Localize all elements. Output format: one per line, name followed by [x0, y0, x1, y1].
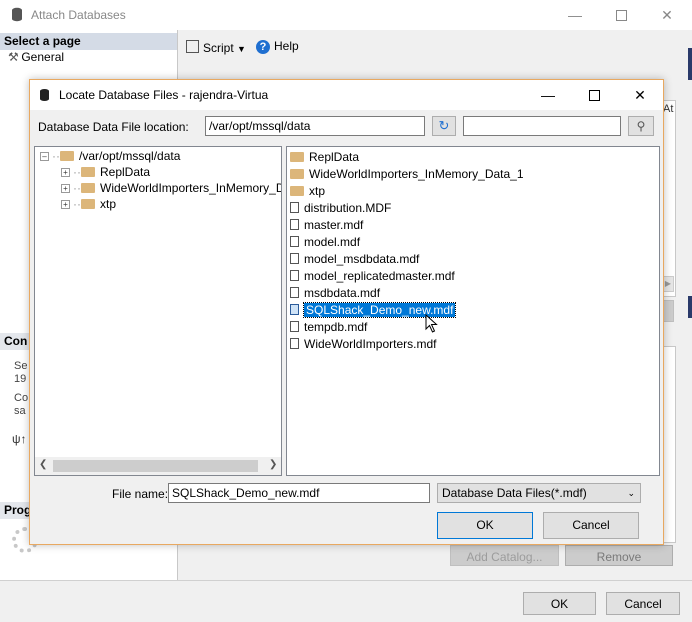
- footer-divider: [0, 580, 692, 581]
- search-icon: ⚲: [636, 119, 646, 133]
- folder-icon: [290, 186, 304, 196]
- tree-item-xtp[interactable]: + ·· xtp: [61, 196, 116, 213]
- close-button[interactable]: ✕: [644, 0, 690, 30]
- dialog-maximize-button[interactable]: [571, 80, 617, 110]
- scroll-right-icon[interactable]: ❯: [269, 459, 277, 470]
- file-name-label: File name:: [112, 487, 169, 501]
- folder-icon: [81, 167, 95, 177]
- toolbar: Script ▼ ? Help: [178, 30, 692, 64]
- script-icon: [186, 40, 199, 53]
- scroll-left-icon[interactable]: ❮: [39, 459, 47, 470]
- list-item[interactable]: model_msdbdata.mdf: [290, 251, 419, 268]
- window-edge-strip: [688, 48, 692, 80]
- folder-icon: [81, 199, 95, 209]
- mouse-cursor-icon: [425, 314, 438, 333]
- file-icon: [290, 236, 299, 247]
- window-title: Attach Databases: [31, 8, 126, 22]
- list-item[interactable]: msdbdata.mdf: [290, 285, 380, 302]
- details-grid-edge: [662, 346, 676, 543]
- dialog-close-button[interactable]: ✕: [617, 80, 663, 110]
- help-icon: ?: [256, 40, 270, 54]
- minimize-button[interactable]: —: [552, 0, 598, 30]
- help-button[interactable]: ? Help: [256, 39, 299, 54]
- database-icon: [12, 7, 22, 22]
- select-page-header: Select a page: [0, 33, 177, 50]
- list-item[interactable]: tempdb.mdf: [290, 319, 367, 336]
- list-item[interactable]: ReplData: [290, 149, 359, 166]
- file-type-select[interactable]: Database Data Files(*.mdf) ⌄: [437, 483, 641, 503]
- folder-tree-panel[interactable]: – ··/var/opt/mssql/data + ·· ReplData + ·· Wi…: [34, 146, 282, 476]
- remove-button[interactable]: Remove: [565, 545, 673, 566]
- search-input[interactable]: [463, 116, 621, 136]
- file-icon: [290, 304, 299, 315]
- cancel-button[interactable]: Cancel: [606, 592, 680, 615]
- locate-database-files-dialog: Locate Database Files - rajendra-Virtua …: [29, 79, 664, 545]
- page-item-label: General: [21, 50, 65, 64]
- expand-icon[interactable]: +: [61, 200, 70, 209]
- location-label: Database Data File location:: [38, 120, 189, 134]
- chevron-down-icon: ⌄: [627, 488, 635, 498]
- tree-horizontal-scrollbar[interactable]: ❮ ❯: [35, 457, 281, 475]
- search-button[interactable]: ⚲: [628, 116, 654, 136]
- tree-root[interactable]: – ··/var/opt/mssql/data: [40, 148, 180, 165]
- file-list-panel[interactable]: ReplData WideWorldImporters_InMemory_Dat…: [286, 146, 660, 476]
- folder-icon: [81, 183, 95, 193]
- dialog-minimize-button[interactable]: —: [525, 80, 571, 110]
- wrench-icon: ⚒: [8, 50, 19, 64]
- file-icon: [290, 287, 299, 298]
- tree-item-wideworldimporters[interactable]: +··WideWorldImporters_InMemory_Data_: [61, 180, 281, 197]
- file-icon: [290, 321, 299, 332]
- dialog-titlebar: Locate Database Files - rajendra-Virtua …: [30, 80, 663, 110]
- collapse-icon[interactable]: –: [40, 152, 49, 161]
- ok-button[interactable]: OK: [523, 592, 596, 615]
- folder-icon: [290, 152, 304, 162]
- dialog-ok-button[interactable]: OK: [437, 512, 533, 539]
- location-input[interactable]: /var/opt/mssql/data: [205, 116, 425, 136]
- refresh-icon: ↻: [438, 118, 450, 133]
- dropdown-arrow-icon: ▼: [237, 44, 246, 54]
- folder-icon: [60, 151, 74, 161]
- window-edge-strip-2: [688, 296, 692, 318]
- dialog-title: Locate Database Files - rajendra-Virtua: [59, 88, 269, 102]
- file-icon: [290, 270, 299, 281]
- list-item[interactable]: model_replicatedmaster.mdf: [290, 268, 455, 285]
- expand-icon[interactable]: +: [61, 184, 70, 193]
- add-catalog-button[interactable]: Add Catalog...: [450, 545, 559, 566]
- connection-properties-icon[interactable]: ψ↑: [12, 432, 27, 446]
- file-icon: [290, 219, 299, 230]
- list-item[interactable]: WideWorldImporters.mdf: [290, 336, 436, 353]
- folder-icon: [290, 169, 304, 179]
- window-titlebar: Attach Databases — ✕: [0, 0, 692, 30]
- scrollbar-thumb[interactable]: [53, 460, 258, 472]
- expand-icon[interactable]: +: [61, 168, 70, 177]
- tree-item-repldata[interactable]: + ·· ReplData: [61, 164, 150, 181]
- file-icon: [290, 202, 299, 213]
- list-item[interactable]: distribution.MDF: [290, 200, 391, 217]
- list-item[interactable]: model.mdf: [290, 234, 360, 251]
- list-item[interactable]: master.mdf: [290, 217, 363, 234]
- file-name-input[interactable]: SQLShack_Demo_new.mdf: [168, 483, 430, 503]
- connection-text: Se 19 Co sa: [14, 360, 29, 417]
- refresh-button[interactable]: ↻: [432, 116, 456, 136]
- page-item-general[interactable]: ⚒ General: [8, 50, 64, 64]
- dialog-cancel-button[interactable]: Cancel: [543, 512, 639, 539]
- file-icon: [290, 253, 299, 264]
- database-icon: [40, 89, 49, 101]
- list-item[interactable]: xtp: [290, 183, 325, 200]
- databases-grid-edge: At: [662, 100, 676, 297]
- list-item[interactable]: WideWorldImporters_InMemory_Data_1: [290, 166, 524, 183]
- file-icon: [290, 338, 299, 349]
- maximize-button[interactable]: [598, 0, 644, 30]
- script-button[interactable]: Script ▼: [186, 39, 246, 55]
